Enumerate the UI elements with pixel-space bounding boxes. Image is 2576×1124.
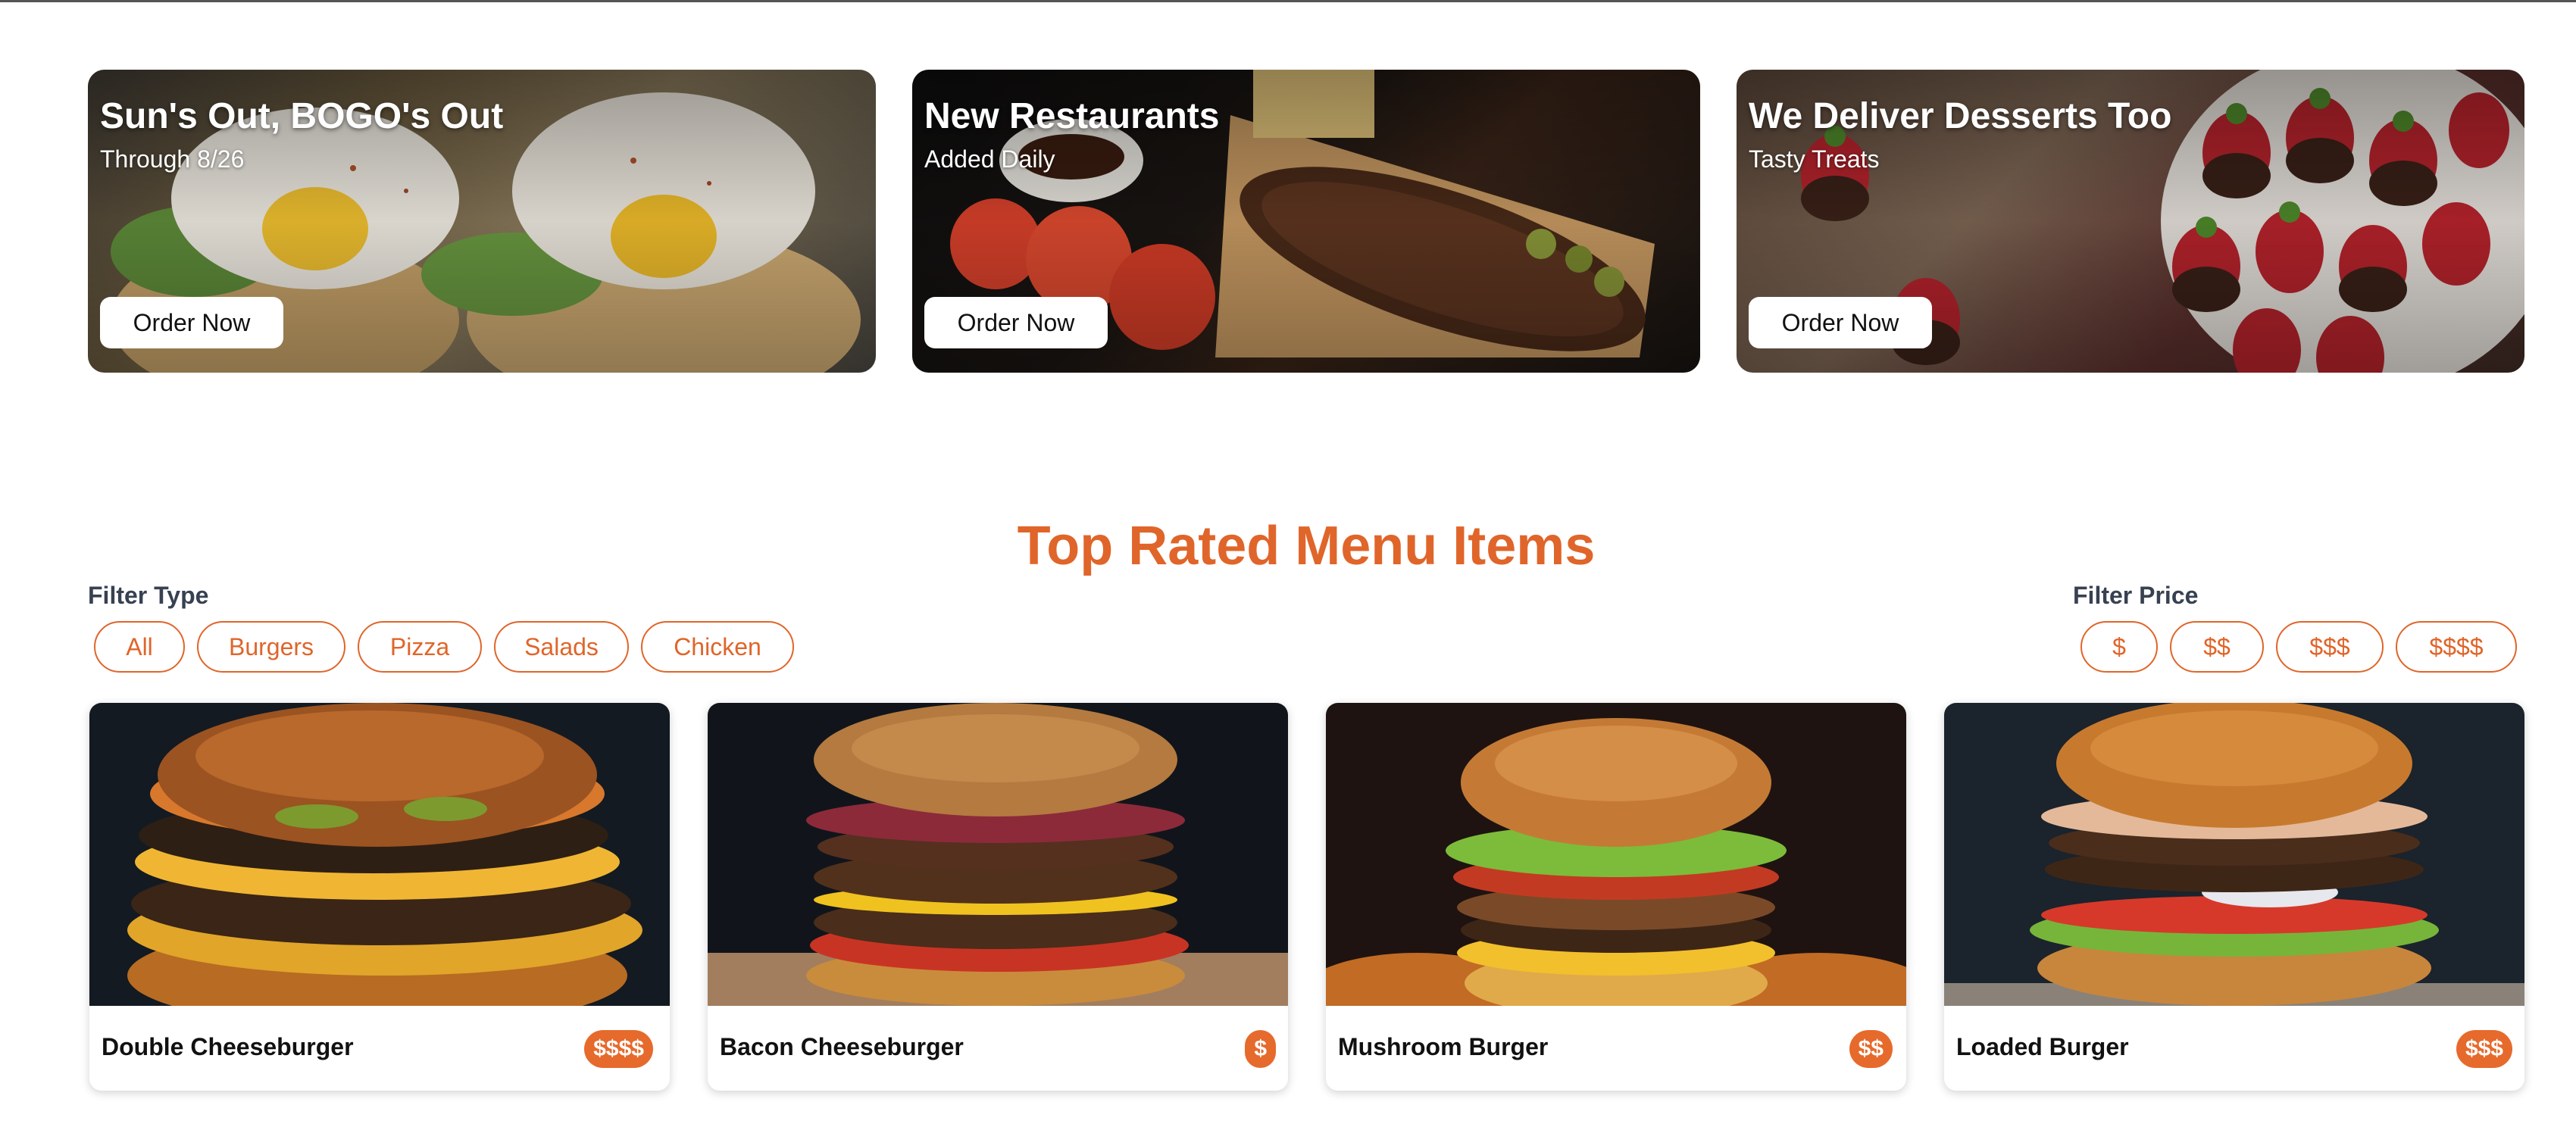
filter-price-3[interactable]: $$$: [2276, 621, 2384, 673]
filter-type-chicken[interactable]: Chicken: [641, 621, 794, 673]
menu-item-name: Bacon Cheeseburger: [720, 1033, 964, 1060]
promo-banners: Sun's Out, BOGO's Out Through 8/26 Order…: [88, 70, 2524, 373]
section-title: Top Rated Menu Items: [1017, 516, 1596, 576]
filter-type-burgers[interactable]: Burgers: [197, 621, 345, 673]
menu-item-name: Loaded Burger: [1956, 1033, 2129, 1060]
bacon-cheeseburger-image: [708, 703, 1288, 1006]
price-badge: $$$: [2456, 1030, 2512, 1068]
menu-item-name: Double Cheeseburger: [102, 1033, 354, 1060]
filter-price-4[interactable]: $$$$: [2396, 621, 2517, 673]
promo-title: Sun's Out, BOGO's Out: [100, 96, 504, 136]
menu-item-name: Mushroom Burger: [1338, 1033, 1549, 1060]
promo-subtitle: Tasty Treats: [1749, 145, 1880, 173]
promo-card-new-restaurants[interactable]: New Restaurants Added Daily Order Now: [912, 70, 1700, 373]
promo-title: We Deliver Desserts Too: [1749, 96, 2172, 136]
promo-title: New Restaurants: [924, 96, 1220, 136]
price-badge: $$: [1849, 1030, 1893, 1068]
filter-type-pizza[interactable]: Pizza: [358, 621, 482, 673]
price-badge: $$$$: [584, 1030, 653, 1068]
order-now-button[interactable]: Order Now: [924, 297, 1108, 348]
filter-price-1[interactable]: $: [2080, 621, 2158, 673]
order-now-button[interactable]: Order Now: [100, 297, 283, 348]
mushroom-burger-image: [1326, 703, 1906, 1006]
promo-subtitle: Added Daily: [924, 145, 1055, 173]
filter-type-salads[interactable]: Salads: [494, 621, 629, 673]
price-badge: $: [1245, 1030, 1276, 1068]
promo-subtitle: Through 8/26: [100, 145, 245, 173]
loaded-burger-image: [1944, 703, 2524, 1006]
filter-type-label: Filter Type: [88, 582, 209, 609]
menu-item-card[interactable]: Double Cheeseburger $$$$: [89, 703, 670, 1091]
menu-item-card[interactable]: Mushroom Burger $$: [1326, 703, 1906, 1091]
filter-price-2[interactable]: $$: [2170, 621, 2264, 673]
filter-price-label: Filter Price: [2073, 582, 2199, 609]
order-now-button[interactable]: Order Now: [1749, 297, 1932, 348]
double-cheeseburger-image: [89, 703, 670, 1006]
filter-type-all[interactable]: All: [94, 621, 185, 673]
promo-card-bogo[interactable]: Sun's Out, BOGO's Out Through 8/26 Order…: [88, 70, 876, 373]
menu-item-card[interactable]: Loaded Burger $$$: [1944, 703, 2524, 1091]
menu-item-card[interactable]: Bacon Cheeseburger $: [708, 703, 1288, 1091]
promo-card-desserts[interactable]: We Deliver Desserts Too Tasty Treats Ord…: [1737, 70, 2524, 373]
top-border: [0, 0, 2576, 2]
